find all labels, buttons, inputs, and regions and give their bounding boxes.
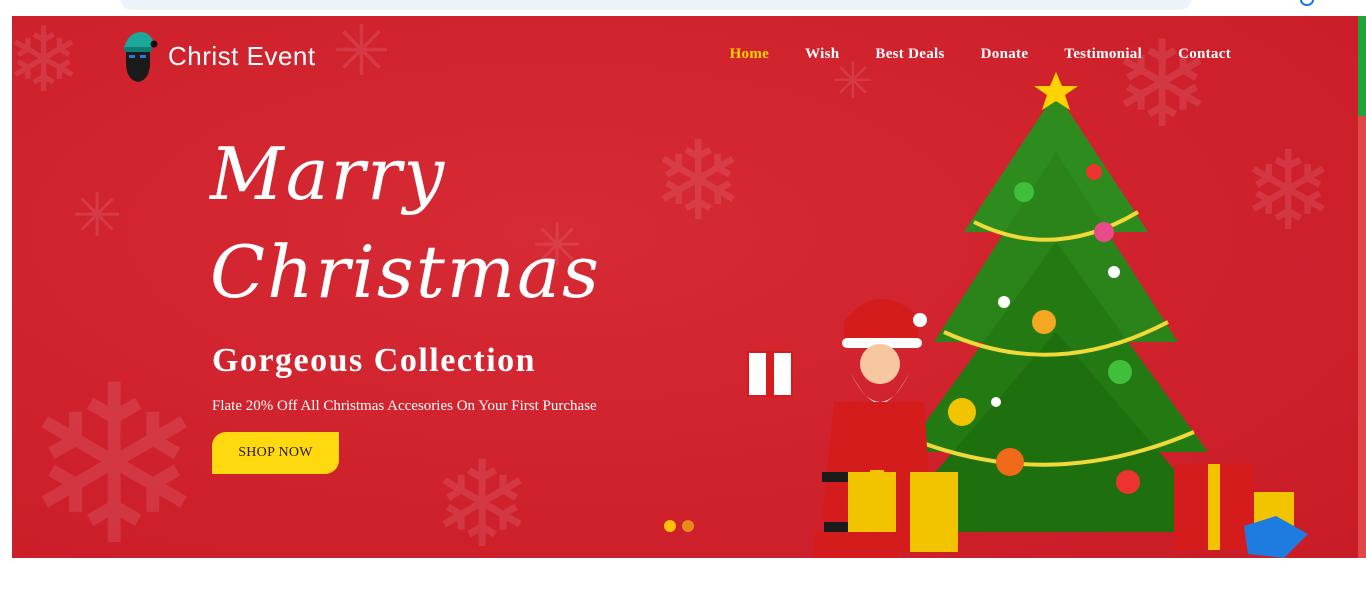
snowflake-icon: ✳ [332,16,391,92]
shop-now-button[interactable]: SHOP NOW [212,432,339,474]
brand-logo[interactable]: Christ Event [120,28,316,84]
slider-dot-1[interactable] [664,520,676,532]
slider-dot-2[interactable] [682,520,694,532]
main-nav: Home Wish Best Deals Donate Testimonial … [730,46,1231,63]
snowflake-icon: ❄ [22,338,207,558]
snowflake-icon: ❄ [12,16,82,113]
hero-subline: Flate 20% Off All Christmas Accesories O… [212,398,597,414]
christmas-illustration [724,72,1324,558]
slider-dots [664,520,694,532]
nav-wish[interactable]: Wish [805,46,839,63]
nav-home[interactable]: Home [730,46,770,63]
hero-script-line-1: Marry [210,132,447,216]
brand-name: Christ Event [168,40,316,71]
nav-contact[interactable]: Contact [1178,46,1231,63]
nav-best-deals[interactable]: Best Deals [875,46,944,63]
hero-headline: Gorgeous Collection [212,342,537,379]
globe-icon[interactable] [1300,0,1314,6]
browser-top-strip [0,0,1366,16]
nav-donate[interactable]: Donate [981,46,1029,63]
scrollbar-thumb[interactable] [1358,16,1366,116]
nav-testimonial[interactable]: Testimonial [1064,46,1142,63]
santa-logo-icon [120,28,158,84]
address-bar[interactable] [120,0,1192,10]
hero-banner: ❄ ❄ ❄ ❄ ❄ ❄ ✳ ✳ ✳ ✳ Christ Event Home Wi… [12,16,1358,558]
snowflake-icon: ❄ [432,436,533,559]
scrollbar-track[interactable] [1358,116,1366,558]
hero-script-line-2: Christmas [210,230,601,314]
snowflake-icon: ✳ [72,181,123,251]
